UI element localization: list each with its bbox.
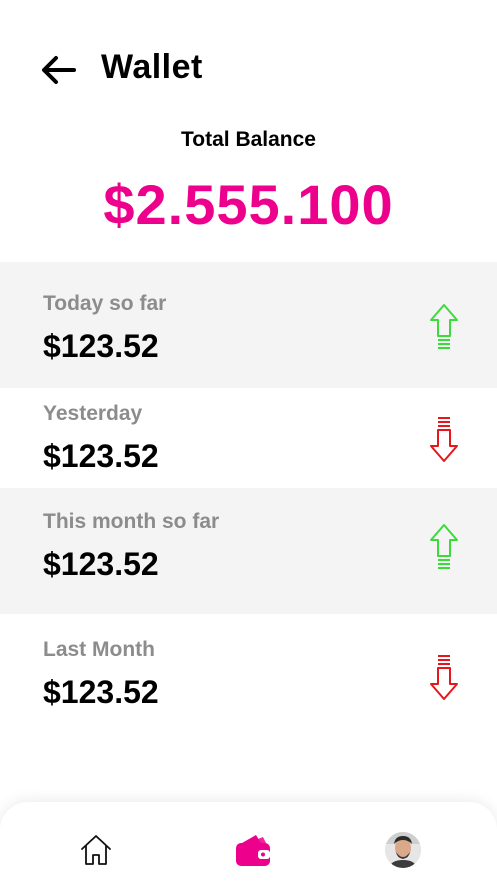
row-amount: $123.52 [43, 674, 159, 710]
list-item-today[interactable]: Today so far $123.52 [0, 262, 497, 388]
header: Wallet [0, 44, 497, 94]
row-label: Last Month [43, 638, 155, 661]
nav-home-button[interactable] [76, 830, 116, 870]
wallet-icon [236, 835, 270, 866]
list-item-yesterday[interactable]: Yesterday $123.52 [0, 388, 497, 488]
page-title: Wallet [101, 48, 203, 86]
row-amount: $123.52 [43, 438, 159, 474]
row-amount: $123.52 [43, 328, 159, 364]
total-balance-label: Total Balance [181, 128, 316, 151]
nav-profile-button[interactable] [383, 830, 423, 870]
total-balance-value: $2.555.100 [103, 173, 394, 236]
avatar [385, 832, 421, 868]
row-label: This month so far [43, 510, 220, 533]
row-label: Yesterday [43, 402, 143, 425]
row-label: Today so far [43, 292, 167, 315]
arrow-down-icon [430, 655, 458, 700]
arrow-left-icon [42, 56, 76, 84]
arrow-down-icon [430, 417, 458, 462]
back-button[interactable] [38, 50, 78, 90]
list-item-last-month[interactable]: Last Month $123.52 [0, 614, 497, 724]
arrow-up-icon [430, 524, 458, 569]
row-amount: $123.52 [43, 546, 159, 582]
wallet-screen: Wallet Total Balance $2.555.100 Today so… [0, 0, 497, 887]
home-icon [81, 835, 111, 865]
arrow-up-icon [430, 304, 458, 349]
nav-wallet-button[interactable] [233, 830, 273, 870]
list-item-this-month[interactable]: This month so far $123.52 [0, 488, 497, 614]
bottom-nav [0, 802, 497, 887]
